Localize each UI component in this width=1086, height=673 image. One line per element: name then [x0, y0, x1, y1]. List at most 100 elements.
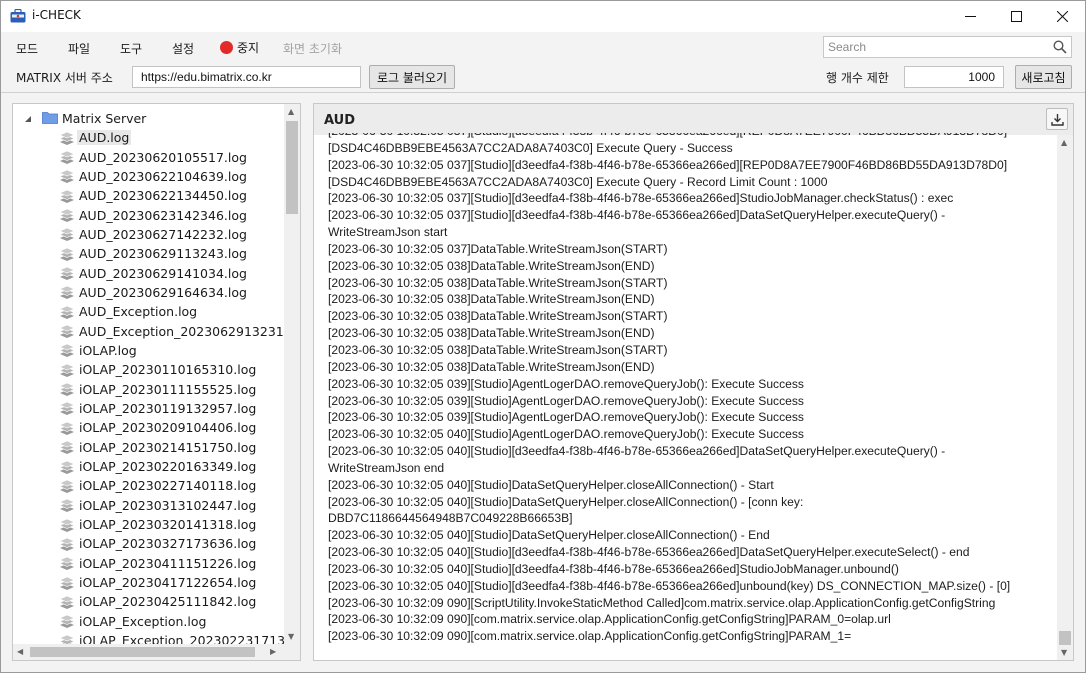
minimize-button[interactable]	[947, 1, 993, 32]
log-line: [2023-06-30 10:32:05 038]DataTable.Write…	[328, 326, 655, 341]
stop-button[interactable]: 중지	[220, 39, 259, 56]
tree-hscroll-thumb[interactable]	[30, 647, 255, 657]
tree-file-item[interactable]: iOLAP_20230119132957.log	[13, 399, 285, 418]
tree-file-label: AUD_20230629164634.log	[79, 284, 247, 300]
tree-file-item[interactable]: AUD_20230623142346.log	[13, 205, 285, 224]
log-line: [2023-06-30 10:32:05 038]DataTable.Write…	[328, 359, 655, 374]
tree-file-item[interactable]: iOLAP.log	[13, 341, 285, 360]
collapse-arrow-icon[interactable]	[24, 112, 33, 126]
tree-file-label: iOLAP_20230425111842.log	[79, 594, 257, 610]
log-scroll-down-arrow-icon[interactable]: ▼	[1061, 648, 1067, 657]
scroll-left-arrow-icon[interactable]: ◀	[17, 647, 23, 656]
tree-file-item[interactable]: iOLAP_20230425111842.log	[13, 592, 285, 611]
log-file-icon	[59, 188, 75, 204]
tree-file-item[interactable]: iOLAP_20230111155525.log	[13, 379, 285, 398]
log-file-icon	[59, 265, 75, 281]
log-vertical-scrollbar[interactable]: ▲ ▼	[1057, 135, 1073, 660]
menu-tools[interactable]: 도구	[120, 40, 142, 57]
log-line: [2023-06-30 10:32:05 038]DataTable.Write…	[328, 292, 655, 307]
log-line: [2023-06-30 10:32:05 037][Studio][d3eedf…	[328, 133, 1053, 140]
tree-file-label: iOLAP_20230214151750.log	[79, 439, 257, 455]
tree-file-item[interactable]: AUD_20230622104639.log	[13, 167, 285, 186]
tree-scroll-thumb[interactable]	[286, 121, 298, 214]
title-bar[interactable]: i-CHECK	[1, 1, 1085, 32]
tree-file-item[interactable]: iOLAP_20230411151226.log	[13, 554, 285, 573]
search-icon[interactable]	[1053, 40, 1067, 57]
tree-file-item[interactable]: AUD_20230620105517.log	[13, 147, 285, 166]
log-line: [DSD4C46DBB9EBE4563A7CC2ADA8A7403C0] Exe…	[328, 174, 828, 189]
maximize-button[interactable]	[993, 1, 1039, 32]
tree-file-item[interactable]: iOLAP_Exception.log	[13, 612, 285, 631]
server-address-input[interactable]	[132, 66, 361, 88]
log-file-icon	[59, 381, 75, 397]
tree-file-item[interactable]: iOLAP_20230220163349.log	[13, 457, 285, 476]
app-window: i-CHECK 모드 파일 도구 설정 중지 화면 초기화 MATRIX 서버 …	[0, 0, 1086, 673]
tree-file-label: iOLAP_20230111155525.log	[79, 381, 257, 397]
log-line: [2023-06-30 10:32:05 039][Studio]AgentLo…	[328, 376, 804, 391]
log-content[interactable]: [2023-06-30 10:32:05 037][Studio][d3eedf…	[328, 133, 1053, 658]
tree-file-item[interactable]: AUD_20230622134450.log	[13, 186, 285, 205]
tree-root-label: Matrix Server	[62, 111, 147, 126]
tree-file-label: iOLAP.log	[79, 342, 137, 358]
log-file-icon	[59, 497, 75, 513]
menu-mode[interactable]: 모드	[16, 40, 38, 57]
load-log-button[interactable]: 로그 불러오기	[369, 65, 455, 89]
log-file-icon	[59, 304, 75, 320]
log-header: AUD	[314, 104, 1073, 135]
download-icon	[1050, 113, 1064, 126]
tree-file-item[interactable]: AUD_Exception_20230629132313.l	[13, 321, 285, 340]
stop-label: 중지	[237, 41, 260, 55]
log-file-icon	[59, 613, 75, 629]
tree-horizontal-scrollbar[interactable]: ◀ ▶	[13, 644, 300, 660]
log-line: DBD7C1186644564948B7C049228B66653B]	[328, 511, 573, 526]
search-box[interactable]	[823, 36, 1072, 58]
download-button[interactable]	[1046, 108, 1068, 130]
log-line: [2023-06-30 10:32:05 040][Studio][d3eedf…	[328, 545, 970, 560]
tree-file-item[interactable]: iOLAP_20230209104406.log	[13, 418, 285, 437]
tree-file-item[interactable]: AUD_Exception.log	[13, 302, 285, 321]
tree-file-item[interactable]: iOLAP_20230327173636.log	[13, 534, 285, 553]
tree-file-item[interactable]: iOLAP_20230110165310.log	[13, 360, 285, 379]
tree-vertical-scrollbar[interactable]: ▲ ▼	[284, 104, 300, 644]
log-line: [2023-06-30 10:32:05 038]DataTable.Write…	[328, 309, 668, 324]
tree-file-item[interactable]: AUD_20230627142232.log	[13, 225, 285, 244]
log-line: [2023-06-30 10:32:05 040][Studio]DataSet…	[328, 528, 770, 543]
tree-file-item[interactable]: iOLAP_20230320141318.log	[13, 515, 285, 534]
tree-file-label: AUD_20230622134450.log	[79, 188, 247, 204]
menu-settings[interactable]: 설정	[172, 40, 194, 57]
log-line: [2023-06-30 10:32:09 090][com.matrix.ser…	[328, 629, 852, 644]
tree-root-matrix-server[interactable]: Matrix Server	[13, 109, 146, 128]
tree-file-item[interactable]: iOLAP_Exception_20230223171311	[13, 631, 285, 644]
tree-file-label: iOLAP_20230411151226.log	[79, 555, 257, 571]
maximize-icon	[1010, 11, 1022, 22]
scroll-right-arrow-icon[interactable]: ▶	[270, 647, 276, 656]
log-scroll-thumb[interactable]	[1059, 631, 1071, 645]
tree-file-item[interactable]: iOLAP_20230313102447.log	[13, 496, 285, 515]
log-file-icon	[59, 517, 75, 533]
tree-file-item[interactable]: AUD_20230629113243.log	[13, 244, 285, 263]
tree-file-label: AUD_Exception_20230629132313.l	[79, 323, 285, 339]
row-limit-input[interactable]	[904, 66, 1004, 88]
log-line: WriteStreamJson start	[328, 225, 448, 240]
tree-file-item[interactable]: AUD.log	[13, 128, 285, 147]
tree-file-item[interactable]: AUD_20230629164634.log	[13, 283, 285, 302]
log-file-icon	[59, 594, 75, 610]
log-line: [2023-06-30 10:32:05 038]DataTable.Write…	[328, 275, 668, 290]
refresh-button[interactable]: 새로고침	[1015, 65, 1072, 89]
log-scroll-up-arrow-icon[interactable]: ▲	[1061, 138, 1067, 147]
server-address-bar: MATRIX 서버 주소 로그 불러오기 행 개수 제한 새로고침	[1, 61, 1085, 93]
reset-screen-button[interactable]: 화면 초기화	[283, 40, 342, 57]
tree-file-item[interactable]: AUD_20230629141034.log	[13, 263, 285, 282]
search-input[interactable]	[824, 37, 1044, 57]
tree-file-item[interactable]: iOLAP_20230417122654.log	[13, 573, 285, 592]
menu-file[interactable]: 파일	[68, 40, 90, 57]
tree-file-label: iOLAP_20230119132957.log	[79, 400, 257, 416]
tree-file-item[interactable]: iOLAP_20230227140118.log	[13, 476, 285, 495]
log-file-icon	[59, 246, 75, 262]
tree-file-label: iOLAP_20230209104406.log	[79, 420, 257, 436]
tree-file-item[interactable]: iOLAP_20230214151750.log	[13, 438, 285, 457]
scroll-up-arrow-icon[interactable]: ▲	[288, 107, 294, 116]
tree-file-label: AUD_20230629113243.log	[79, 246, 247, 262]
close-button[interactable]	[1039, 1, 1085, 32]
scroll-down-arrow-icon[interactable]: ▼	[288, 632, 294, 641]
